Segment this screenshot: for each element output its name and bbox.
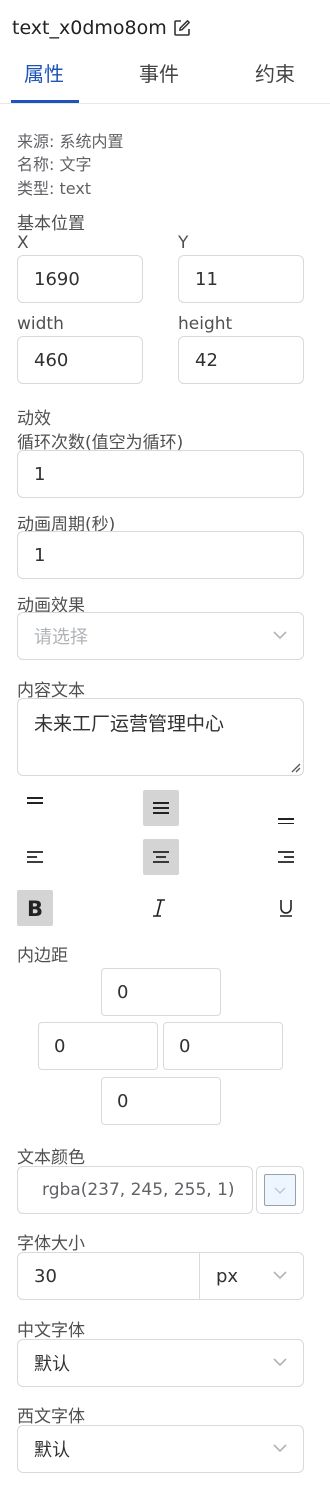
width-input[interactable]: 460 xyxy=(17,336,143,384)
component-name: text_x0dmo8om xyxy=(12,17,167,39)
chevron-down-icon xyxy=(273,1358,287,1367)
align-bottom-button[interactable] xyxy=(268,796,304,832)
x-label: X xyxy=(17,233,29,253)
loop-count-input[interactable]: 1 xyxy=(17,450,304,498)
en-font-select[interactable]: 默认 xyxy=(17,1425,304,1473)
height-input[interactable]: 42 xyxy=(178,336,304,384)
italic-button[interactable] xyxy=(141,890,177,926)
type-text: 类型: text xyxy=(17,179,92,198)
svg-text:B: B xyxy=(27,897,43,919)
content-text-value: 未来工厂运营管理中心 xyxy=(34,713,225,735)
text-color-input[interactable]: rgba(237, 245, 255, 1) xyxy=(17,1166,253,1214)
cn-font-select[interactable]: 默认 xyxy=(17,1339,304,1387)
y-label: Y xyxy=(178,233,189,253)
cn-font-label: 中文字体 xyxy=(17,1321,85,1341)
align-top-button[interactable] xyxy=(17,785,53,821)
height-label: height xyxy=(178,314,233,334)
align-middle-button[interactable] xyxy=(143,790,179,826)
align-left-button[interactable] xyxy=(17,839,53,875)
source-text: 来源: 系统内置 xyxy=(17,132,124,151)
align-bottom-icon xyxy=(278,818,294,824)
align-right-button[interactable] xyxy=(268,839,304,875)
font-size-unit-select[interactable]: px xyxy=(199,1252,304,1300)
tab-bar: 属性 事件 约束 xyxy=(0,50,330,104)
animation-period-input[interactable]: 1 xyxy=(17,531,304,579)
bold-button[interactable]: B xyxy=(17,890,53,926)
underline-button[interactable] xyxy=(268,890,304,926)
bold-icon: B xyxy=(27,897,43,919)
padding-left-input[interactable]: 0 xyxy=(38,1022,158,1070)
padding-right-input[interactable]: 0 xyxy=(163,1022,283,1070)
cn-font-value: 默认 xyxy=(34,1354,70,1375)
y-input[interactable]: 11 xyxy=(178,255,304,303)
text-color-label: 文本颜色 xyxy=(17,1148,85,1168)
font-size-unit: px xyxy=(216,1265,239,1287)
font-size-label: 字体大小 xyxy=(17,1234,85,1254)
en-font-label: 西文字体 xyxy=(17,1407,85,1427)
component-title: text_x0dmo8om xyxy=(12,14,191,42)
chevron-down-icon xyxy=(274,1187,286,1194)
chevron-down-icon xyxy=(273,1444,287,1453)
en-font-value: 默认 xyxy=(34,1440,70,1461)
padding-label: 内边距 xyxy=(17,946,68,966)
align-middle-icon xyxy=(153,802,169,814)
padding-top-input[interactable]: 0 xyxy=(101,968,221,1016)
basic-position-label: 基本位置 xyxy=(17,214,85,234)
color-picker-trigger[interactable] xyxy=(256,1166,304,1214)
animation-effect-placeholder: 请选择 xyxy=(34,627,88,648)
padding-bottom-input[interactable]: 0 xyxy=(101,1077,221,1125)
align-left-icon xyxy=(27,851,43,863)
color-swatch xyxy=(264,1174,296,1206)
tab-constraints[interactable]: 约束 xyxy=(255,58,295,87)
active-tab-indicator xyxy=(11,100,79,103)
edit-icon[interactable] xyxy=(173,19,191,37)
chevron-down-icon xyxy=(273,631,287,640)
underline-icon xyxy=(280,900,292,917)
tab-events[interactable]: 事件 xyxy=(139,58,179,87)
italic-icon xyxy=(153,899,165,917)
content-textarea[interactable]: 未来工厂运营管理中心 xyxy=(17,698,304,776)
align-center-button[interactable] xyxy=(143,839,179,875)
align-center-icon xyxy=(153,851,169,863)
x-input[interactable]: 1690 xyxy=(17,255,143,303)
align-right-icon xyxy=(278,851,294,863)
animation-label: 动效 xyxy=(17,409,51,429)
chevron-down-icon xyxy=(273,1271,287,1280)
font-size-input[interactable]: 30 xyxy=(17,1252,200,1300)
name-text: 名称: 文字 xyxy=(17,155,92,174)
tab-properties[interactable]: 属性 xyxy=(24,58,64,87)
animation-effect-select[interactable]: 请选择 xyxy=(17,612,304,660)
resize-grip-icon[interactable] xyxy=(289,761,301,773)
align-top-icon xyxy=(27,797,43,804)
width-label: width xyxy=(17,314,64,334)
